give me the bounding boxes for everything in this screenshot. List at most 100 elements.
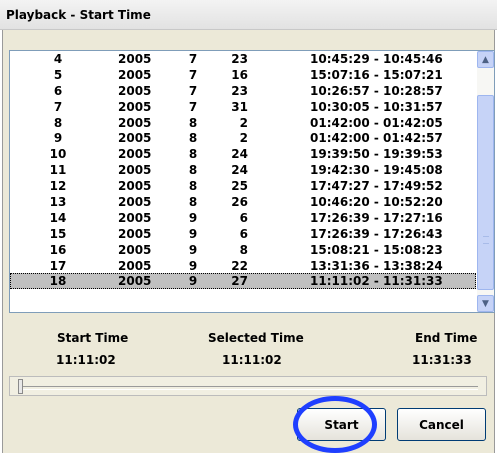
record-month: 8: [188, 163, 198, 178]
record-year: 2005: [118, 83, 152, 98]
record-index: 4: [53, 52, 63, 66]
start-time-label: Start Time: [57, 331, 129, 345]
record-index: 9: [53, 131, 63, 146]
scroll-thumb[interactable]: [477, 95, 494, 290]
selected-time-label: Selected Time: [208, 331, 304, 345]
record-month: 7: [188, 99, 198, 114]
record-time-range: 17:47:27 - 17:49:52: [310, 179, 443, 194]
list-item[interactable]: 11 2005 8 24 19:42:30 - 19:45:08: [10, 162, 476, 178]
record-month: 9: [188, 242, 198, 257]
record-year: 2005: [118, 210, 152, 225]
record-day: 16: [231, 67, 248, 82]
record-year: 2005: [118, 99, 152, 114]
list-item[interactable]: 5 2005 7 16 15:07:16 - 15:07:21: [10, 67, 476, 83]
cancel-button[interactable]: Cancel: [397, 408, 486, 441]
time-slider[interactable]: [9, 376, 487, 396]
record-time-range: 10:30:05 - 10:31:57: [310, 99, 443, 114]
list-item[interactable]: 8 2005 8 2 01:42:00 - 01:42:05: [10, 115, 476, 131]
list-item[interactable]: 16 2005 9 8 15:08:21 - 15:08:23: [10, 242, 476, 258]
record-index: 15: [49, 226, 67, 241]
grip-icon: [483, 236, 489, 244]
record-time-range: 15:08:21 - 15:08:23: [310, 242, 443, 257]
record-month: 8: [188, 131, 198, 146]
record-day: 23: [231, 83, 248, 98]
slider-rail: [18, 386, 478, 390]
list-item[interactable]: 15 2005 9 6 17:26:39 - 17:26:43: [10, 226, 476, 242]
record-time-range: 17:26:39 - 17:27:16: [310, 210, 443, 225]
scroll-down-button[interactable]: ▼: [477, 295, 494, 312]
slider-thumb[interactable]: [18, 379, 23, 394]
record-day: 31: [231, 99, 248, 114]
record-month: 8: [188, 179, 198, 194]
record-day: 2: [239, 131, 248, 146]
list-item[interactable]: 6 2005 7 23 10:26:57 - 10:28:57: [10, 83, 476, 99]
chevron-up-icon: ▲: [482, 54, 489, 65]
end-time-label: End Time: [415, 331, 478, 345]
record-index: 8: [53, 115, 63, 130]
record-month: 7: [188, 83, 198, 98]
list-item[interactable]: 10 2005 8 24 19:39:50 - 19:39:53: [10, 146, 476, 162]
record-year: 2005: [118, 258, 152, 273]
record-index: 12: [49, 179, 67, 194]
record-index: 6: [53, 83, 63, 98]
list-item[interactable]: 17 2005 9 22 13:31:36 - 13:38:24: [10, 258, 476, 274]
record-year: 2005: [118, 147, 152, 162]
selected-time-value: 11:11:02: [222, 353, 282, 367]
record-time-range: 15:07:16 - 15:07:21: [310, 67, 443, 82]
record-month: 9: [188, 274, 198, 289]
record-day: 2: [239, 115, 248, 130]
record-month: 9: [188, 258, 198, 273]
record-day: 27: [231, 274, 248, 289]
record-month: 7: [188, 67, 198, 82]
list-item[interactable]: 9 2005 8 2 01:42:00 - 01:42:57: [10, 130, 476, 146]
record-index: 18: [49, 274, 67, 289]
record-time-range: 19:39:50 - 19:39:53: [310, 147, 443, 162]
record-year: 2005: [118, 226, 152, 241]
record-year: 2005: [118, 242, 152, 257]
record-month: 8: [188, 195, 198, 210]
record-time-range: 17:26:39 - 17:26:43: [310, 226, 443, 241]
record-time-range: 13:31:36 - 13:38:24: [310, 258, 443, 273]
record-day: 25: [231, 179, 248, 194]
record-month: 9: [188, 226, 198, 241]
record-time-range: 01:42:00 - 01:42:05: [310, 115, 443, 130]
record-day: 24: [231, 163, 248, 178]
start-time-value: 11:11:02: [56, 353, 116, 367]
window-title: Playback - Start Time: [6, 8, 151, 22]
record-month: 9: [188, 210, 198, 225]
record-day: 22: [231, 258, 248, 273]
record-year: 2005: [118, 67, 152, 82]
chevron-down-icon: ▼: [482, 298, 489, 309]
record-month: 8: [188, 147, 198, 162]
cancel-button-label: Cancel: [419, 417, 464, 432]
list-rows: 4 2005 7 23 10:45:29 - 10:45:46 5 2005 7 16 15:07…: [10, 51, 476, 290]
record-time-range: 10:45:29 - 10:45:46: [310, 52, 443, 66]
record-day: 24: [231, 147, 248, 162]
scroll-up-button[interactable]: ▲: [477, 51, 494, 68]
end-time-value: 11:31:33: [412, 353, 472, 367]
list-item[interactable]: 12 2005 8 25 17:47:27 - 17:49:52: [10, 178, 476, 194]
recordings-list[interactable]: 4 2005 7 23 10:45:29 - 10:45:46 5 2005 7 16 15:07…: [9, 50, 495, 313]
list-item[interactable]: 7 2005 7 31 10:30:05 - 10:31:57: [10, 99, 476, 115]
record-index: 5: [53, 67, 63, 82]
record-year: 2005: [118, 195, 152, 210]
record-index: 10: [49, 147, 67, 162]
record-day: 8: [239, 242, 248, 257]
list-item[interactable]: 14 2005 9 6 17:26:39 - 17:27:16: [10, 210, 476, 226]
record-time-range: 11:11:02 - 11:31:33: [310, 274, 443, 289]
record-month: 7: [188, 52, 198, 66]
record-year: 2005: [118, 163, 152, 178]
list-item[interactable]: 4 2005 7 23 10:45:29 - 10:45:46: [10, 51, 476, 67]
record-index: 14: [49, 210, 67, 225]
record-day: 6: [239, 226, 248, 241]
record-year: 2005: [118, 179, 152, 194]
list-item[interactable]: 13 2005 8 26 10:46:20 - 10:52:20: [10, 194, 476, 210]
record-year: 2005: [118, 131, 152, 146]
list-item[interactable]: 18 2005 9 27 11:11:02 - 11:31:33: [10, 273, 476, 290]
start-button[interactable]: Start: [297, 408, 386, 441]
record-index: 17: [49, 258, 67, 273]
record-day: 6: [239, 210, 248, 225]
record-index: 11: [49, 163, 67, 178]
vertical-scrollbar[interactable]: ▲ ▼: [477, 51, 494, 312]
record-index: 13: [49, 195, 67, 210]
